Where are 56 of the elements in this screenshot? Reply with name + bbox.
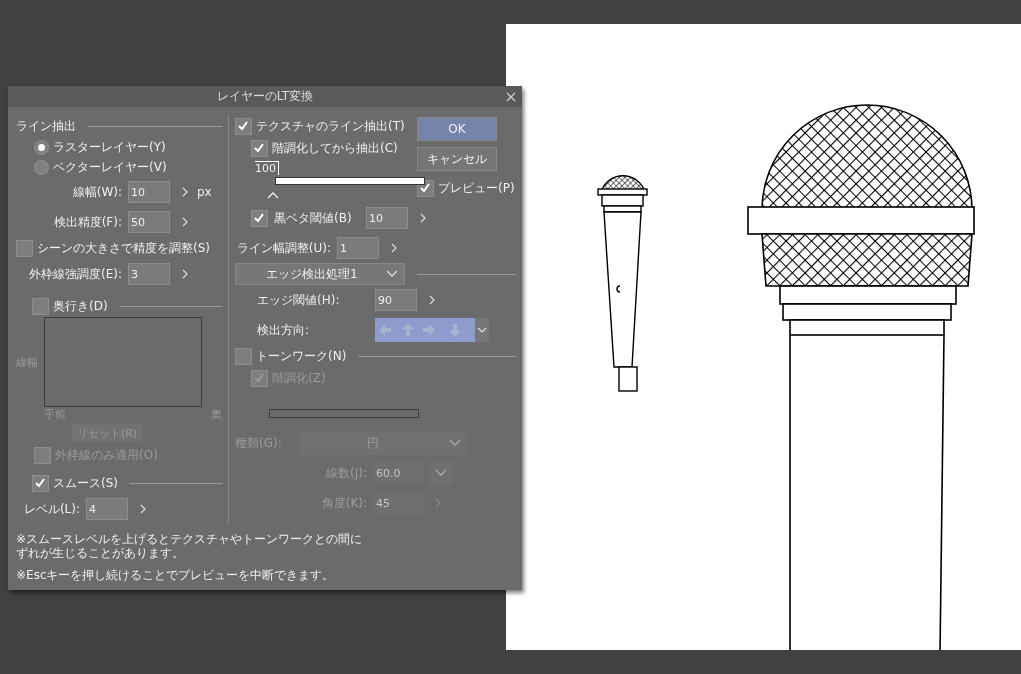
unit-label: px [197,185,212,199]
chevron-down-icon [449,439,461,447]
ok-button[interactable]: OK [417,117,497,141]
cancel-button[interactable]: キャンセル [417,147,497,171]
input-field[interactable]: 50 [128,211,170,233]
edge-mode-dropdown[interactable]: エッジ検出処理1 [235,263,405,285]
chevron-down-icon [386,270,398,278]
input-field[interactable]: 4 [86,498,128,520]
input-field[interactable]: 45 [373,492,423,514]
checkbox-label: プレビュー(P) [438,179,515,197]
depth-graph[interactable] [44,317,202,407]
field-label: レベル(L): [22,500,80,518]
radio-label: ラスターレイヤー(Y) [53,138,166,156]
radio-label: ベクターレイヤー(V) [53,158,167,176]
checkbox[interactable] [251,209,268,227]
field-label: 線幅(W): [71,183,122,201]
checkbox[interactable] [235,347,252,365]
input-field[interactable]: 1 [337,237,379,259]
input-field[interactable]: 10 [366,207,408,229]
checkbox[interactable] [32,474,49,492]
field-label: 検出方向: [256,321,311,339]
checkbox[interactable] [235,117,252,135]
radio-button[interactable] [34,159,49,175]
checkbox-label: 黒ベタ閾値(B) [274,209,353,227]
input-field[interactable]: 90 [375,289,417,311]
field-label: エッジ閾値(H): [256,291,341,309]
note-text: ※Escキーを押し続けることでプレビューを中断できます。 [16,568,336,582]
chevron-down-icon [435,469,447,477]
checkbox[interactable] [251,369,268,387]
checkbox-label: トーンワーク(N) [256,347,347,365]
checkbox-label: 奥行き(D) [53,297,108,315]
checkbox-label: シーンの大きさで精度を調整(S) [37,239,210,257]
field-label: 検出精度(F): [52,213,122,231]
dropdown-button[interactable] [475,318,489,342]
field-label: 外枠線強調度(E): [28,265,122,283]
note-text: ※スムースレベルを上げるとテクスチャやトーンワークとの間に [16,532,364,546]
checkbox[interactable] [16,239,33,257]
gradient-bar[interactable] [275,177,425,185]
checkbox[interactable] [34,446,51,464]
slider-handle-icon[interactable] [267,191,279,199]
checkbox-label: テクスチャのライン抽出(T) [256,117,405,135]
chevron-down-icon [477,327,487,333]
checkbox[interactable] [32,297,49,315]
field-label: ライン幅調整(U): [235,239,331,257]
checkbox-label: 階調化してから抽出(C) [272,139,398,157]
input-field[interactable]: 60.0 [373,462,423,484]
input-field[interactable]: 3 [128,263,170,285]
close-icon[interactable] [506,92,516,102]
section-heading: ライン抽出 [16,117,76,135]
checkbox[interactable] [251,139,268,157]
radio-button[interactable] [34,139,49,155]
window-title: レイヤーのLT変換 [216,88,314,105]
checkbox-label: スムース(S) [53,474,118,492]
threshold-value: 100 [255,161,279,175]
note-text: ずれが生じることがあります。 [16,546,185,560]
input-field[interactable]: 10 [128,181,170,203]
